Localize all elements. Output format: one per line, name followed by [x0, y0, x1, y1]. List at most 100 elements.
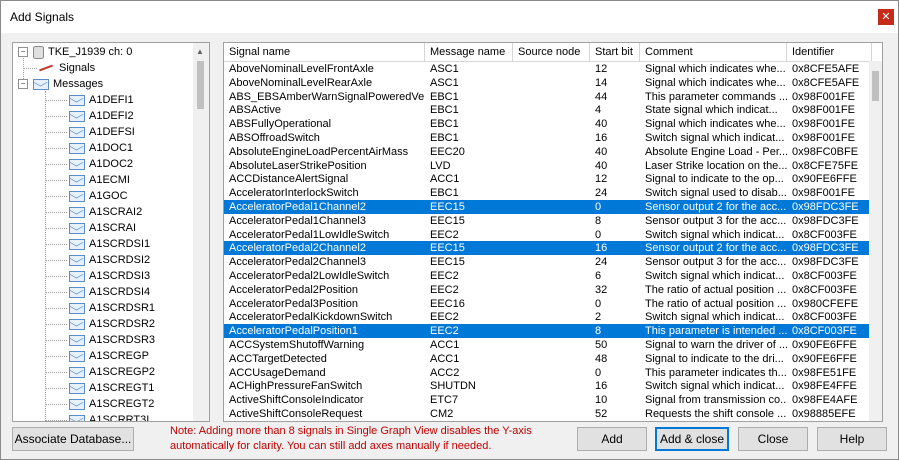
- table-row[interactable]: ACCUsageDemand ACC2 0 This parameter indica…: [224, 366, 869, 380]
- table-row[interactable]: ABSOffroadSwitch EBC1 16 Switch signal whic…: [224, 131, 869, 145]
- signals-table[interactable]: Signal name Message name Source node Start …: [223, 42, 883, 422]
- tree-message-item[interactable]: A1SCRDSI3: [69, 268, 150, 284]
- table-scrollbar[interactable]: [869, 61, 882, 421]
- table-row[interactable]: ABSActive EBC1 4 State signal which indicat…: [224, 103, 869, 117]
- table-cell-id: 0x8CF003FE: [792, 311, 857, 324]
- tree-message-item[interactable]: A1DEFI2: [69, 108, 134, 124]
- associate-database-button[interactable]: Associate Database...: [12, 427, 134, 451]
- table-row[interactable]: AcceleratorPedal2Channel3 EEC15 24 Sensor o…: [224, 255, 869, 269]
- column-header[interactable]: Source node: [513, 43, 590, 61]
- close-icon[interactable]: ✕: [878, 9, 894, 25]
- column-header[interactable]: Start bit: [590, 43, 640, 61]
- close-button[interactable]: Close: [738, 427, 808, 451]
- tree-message-item[interactable]: A1DOC1: [69, 140, 133, 156]
- table-row[interactable]: AcceleratorInterlockSwitch EBC1 24 Switch s…: [224, 186, 869, 200]
- table-cell-bit: 6: [595, 270, 602, 282]
- table-row[interactable]: ActiveShiftConsoleIndicator ETC7 10 Signal …: [224, 393, 869, 407]
- table-row[interactable]: AcceleratorPedal1Channel3 EEC15 8 Sensor ou…: [224, 214, 869, 228]
- tree-message-item[interactable]: A1DEFI1: [69, 92, 134, 108]
- tree-message-item-label: A1DEFI1: [89, 94, 134, 106]
- table-row[interactable]: ACCDistanceAlertSignal ACC1 12 Signal to in…: [224, 172, 869, 186]
- note-text: Note: Adding more than 8 signals in Sing…: [170, 425, 532, 452]
- help-button[interactable]: Help: [817, 427, 887, 451]
- envelope-icon: [69, 398, 85, 410]
- tree-message-item[interactable]: A1SCREGT1: [69, 380, 154, 396]
- table-row[interactable]: ACCTargetDetected ACC1 48 Signal to indicat…: [224, 352, 869, 366]
- tree-message-item[interactable]: A1SCRDSR2: [69, 316, 155, 332]
- table-cell-comment: Sensor output 2 for the acc...: [645, 201, 787, 213]
- database-tree[interactable]: ▲ − TKE_J1939 ch: 0 Signals − Messages A1DEFI…: [12, 42, 210, 422]
- table-cell-comment: The ratio of actual position ...: [645, 283, 787, 296]
- table-scroll-thumb[interactable]: [872, 71, 879, 101]
- table-row[interactable]: AcceleratorPedalKickdownSwitch EEC2 2 Switc…: [224, 310, 869, 324]
- tree-message-item[interactable]: A1SCRDSI4: [69, 284, 150, 300]
- tree-message-item[interactable]: A1ECMI: [69, 172, 130, 188]
- table-cell-msg: ASC1: [430, 76, 459, 89]
- table-row[interactable]: AcceleratorPedal1Channel2 EEC15 0 Sensor ou…: [224, 200, 869, 214]
- tree-messages-label: Messages: [53, 78, 104, 90]
- tree-message-item-label: A1DEFSI: [89, 126, 135, 138]
- table-row[interactable]: AcceleratorPedal2LowIdleSwitch EEC2 6 Switc…: [224, 269, 869, 283]
- table-row[interactable]: AboveNominalLevelRearAxle ASC1 14 Signal wh…: [224, 76, 869, 90]
- table-cell-id: 0x8CF003FE: [792, 325, 857, 338]
- tree-line: [45, 196, 67, 197]
- column-header[interactable]: Comment: [640, 43, 787, 61]
- table-row[interactable]: AcceleratorPedal1LowIdleSwitch EEC2 0 Switc…: [224, 228, 869, 242]
- tree-message-item[interactable]: A1SCREGT2: [69, 396, 154, 412]
- tree-message-item[interactable]: A1DOC2: [69, 156, 133, 172]
- tree-message-item[interactable]: A1SCRDSI1: [69, 236, 150, 252]
- table-cell-comment: Absolute Engine Load - Per...: [645, 145, 787, 158]
- table-cell-name: ABSActive: [229, 104, 281, 117]
- table-cell-comment: Requests the shift console ...: [645, 408, 787, 420]
- table-row[interactable]: AcceleratorPedal2Position EEC2 32 The ratio…: [224, 283, 869, 297]
- table-row[interactable]: AboveNominalLevelFrontAxle ASC1 12 Signal w…: [224, 62, 869, 76]
- table-row[interactable]: AcceleratorPedal3Position EEC16 0 The ratio…: [224, 297, 869, 311]
- table-row[interactable]: AcceleratorPedalPosition1 EEC2 8 This param…: [224, 324, 869, 339]
- tree-line: [45, 116, 67, 117]
- tree-messages[interactable]: Messages: [33, 76, 103, 92]
- envelope-icon: [69, 94, 85, 106]
- messages-expander[interactable]: −: [18, 79, 28, 89]
- scroll-up-icon[interactable]: ▲: [196, 47, 204, 56]
- tree-root[interactable]: TKE_J1939 ch: 0: [33, 44, 132, 60]
- table-row[interactable]: ACHighPressureFanSwitch SHUTDN 16 Switch si…: [224, 379, 869, 393]
- table-cell-name: AcceleratorPedal1Channel2: [229, 201, 366, 213]
- table-cell-msg: LVD: [430, 159, 451, 172]
- tree-message-item[interactable]: A1SCRAI2: [69, 204, 142, 220]
- table-cell-msg: ACC1: [430, 339, 460, 351]
- table-cell-bit: 12: [595, 173, 608, 186]
- tree-message-item[interactable]: A1SCRAI: [69, 220, 136, 236]
- table-row[interactable]: ABS_EBSAmberWarnSignalPoweredVeh EBC1 44 Th…: [224, 90, 869, 104]
- table-cell-comment: Switch signal which indicat...: [645, 270, 785, 282]
- table-row[interactable]: ActiveShiftConsoleRequest CM2 52 Requests t…: [224, 407, 869, 421]
- table-row[interactable]: AbsoluteLaserStrikePosition LVD 40 Laser St…: [224, 159, 869, 173]
- tree-signals[interactable]: Signals: [39, 60, 95, 76]
- add-button[interactable]: Add: [577, 427, 647, 451]
- tree-message-item[interactable]: A1SCREGP: [69, 348, 149, 364]
- column-header[interactable]: Identifier: [787, 43, 872, 61]
- table-row[interactable]: AbsoluteEngineLoadPercentAirMass EEC20 40 A…: [224, 145, 869, 159]
- tree-message-item[interactable]: A1SCRDSI2: [69, 252, 150, 268]
- table-cell-name: ACCTargetDetected: [229, 352, 327, 365]
- tree-message-item[interactable]: A1SCRDSR1: [69, 300, 155, 316]
- root-expander[interactable]: −: [18, 47, 28, 57]
- table-cell-msg: EBC1: [430, 104, 459, 117]
- table-row[interactable]: AcceleratorPedal2Channel2 EEC15 16 Sensor o…: [224, 241, 869, 256]
- add-close-button[interactable]: Add & close: [655, 427, 729, 451]
- tree-message-item[interactable]: A1SCRRT3I: [69, 412, 149, 421]
- table-cell-bit: 10: [595, 394, 608, 407]
- table-row[interactable]: ABSFullyOperational EBC1 40 Signal which in…: [224, 117, 869, 131]
- tree-scroll-thumb[interactable]: [197, 61, 204, 109]
- envelope-icon: [69, 302, 85, 314]
- tree-scrollbar[interactable]: ▲: [193, 43, 209, 421]
- tree-message-item[interactable]: A1SCREGP2: [69, 364, 155, 380]
- table-row[interactable]: ACCSystemShutoffWarning ACC1 50 Signal to w…: [224, 338, 869, 352]
- column-header[interactable]: Message name: [425, 43, 513, 61]
- envelope-icon: [69, 270, 85, 282]
- table-cell-id: 0x8CFE5AFE: [792, 63, 860, 75]
- tree-message-item[interactable]: A1DEFSI: [69, 124, 135, 140]
- table-cell-name: ABS_EBSAmberWarnSignalPoweredVeh: [229, 90, 425, 103]
- tree-message-item[interactable]: A1SCRDSR3: [69, 332, 155, 348]
- column-header[interactable]: Signal name: [224, 43, 425, 61]
- tree-message-item[interactable]: A1GOC: [69, 188, 128, 204]
